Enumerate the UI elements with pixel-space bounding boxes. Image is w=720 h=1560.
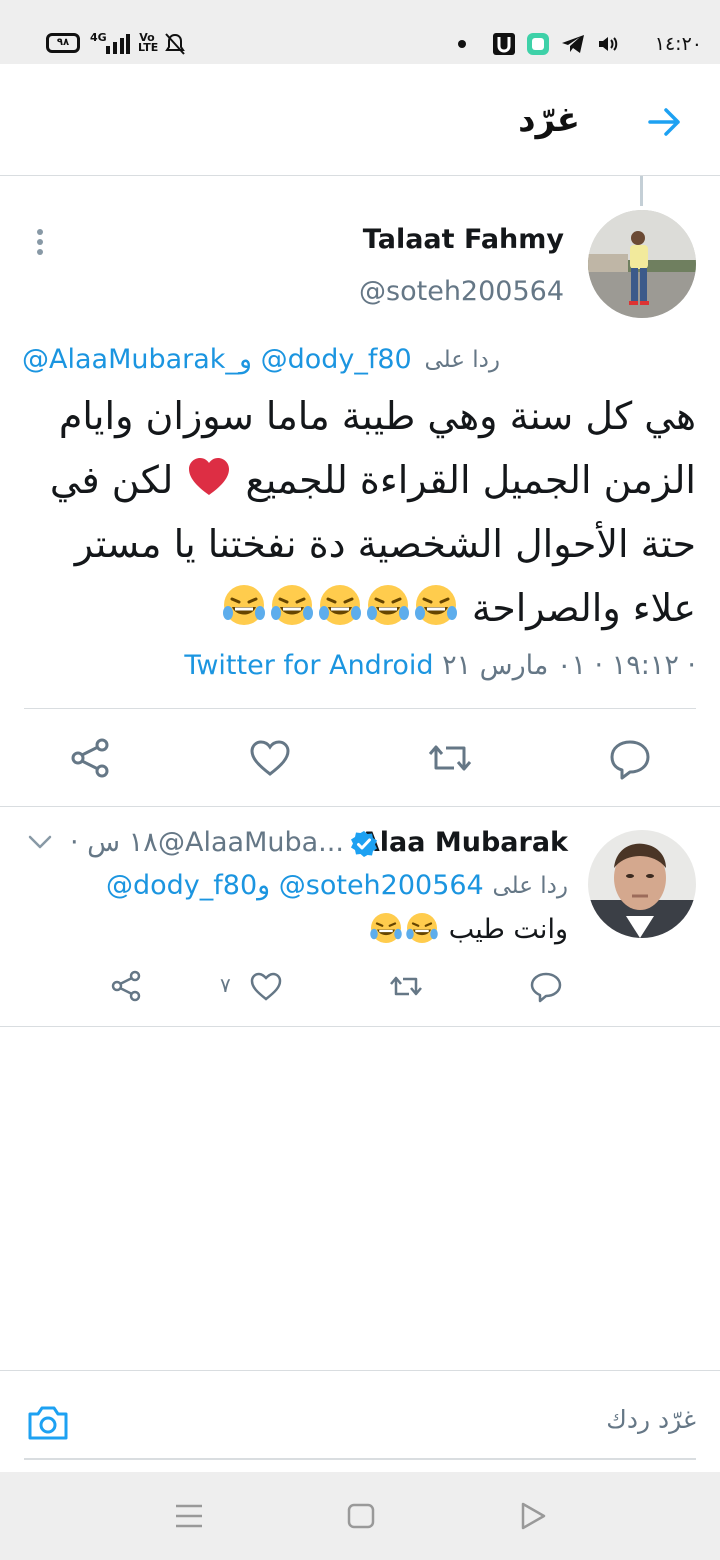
retweet-icon[interactable] <box>426 734 474 782</box>
menu-icon[interactable] <box>174 1500 204 1532</box>
laugh-emoji-icon <box>318 585 361 625</box>
tweet-text: هي كل سنة وهي طيبة ماما سوزان وايام الزم… <box>40 384 696 640</box>
divider <box>0 1026 720 1027</box>
reply-mentions-link[interactable]: @dody_f80و @soteh200564 <box>106 868 484 904</box>
volume-icon <box>599 37 618 51</box>
status-bar: ٩٨ 4G Vo LTE ١٤:٢٠ <box>0 0 720 64</box>
like-heart-icon[interactable] <box>248 968 284 1004</box>
reply-text: وانت طيب <box>448 914 568 945</box>
status-time: ١٤:٢٠ <box>654 33 702 55</box>
replying-to-label: ردا على <box>424 347 500 373</box>
volte-icon: Vo LTE <box>138 31 159 54</box>
back-arrow-icon[interactable] <box>644 102 684 142</box>
divider <box>0 806 720 807</box>
author-handle[interactable]: @soteh200564 <box>359 272 564 312</box>
home-square-icon[interactable] <box>346 1500 376 1532</box>
bell-muted-icon <box>165 33 185 55</box>
share-icon[interactable] <box>108 968 144 1004</box>
reply-input[interactable]: غرّد ردك <box>606 1400 696 1440</box>
like-heart-icon[interactable] <box>246 734 294 782</box>
reply-bubble-icon[interactable] <box>606 734 654 782</box>
joy-emoji-row <box>368 913 440 945</box>
author-name[interactable]: Alaa Mubarak <box>359 824 568 862</box>
joy-emoji-icon <box>406 913 438 943</box>
app-u-icon <box>493 33 515 55</box>
tweet-time: ١٨ س · <box>70 827 158 858</box>
chevron-down-icon[interactable] <box>26 830 54 854</box>
laugh-emoji-icon <box>414 585 457 625</box>
app-green-icon <box>527 33 549 55</box>
laugh-emoji-icon <box>366 585 409 625</box>
author-name[interactable]: Talaat Fahmy <box>363 220 564 260</box>
divider <box>0 1370 720 1371</box>
tweet-date: ١٩:١٢ · ٠١ مارس ٢١ · <box>442 650 696 681</box>
tweet-source-link[interactable]: Twitter for Android <box>184 650 433 681</box>
replying-to-label: ردا على <box>492 873 568 899</box>
avatar[interactable] <box>588 830 696 938</box>
reply-mentions-link[interactable]: @AlaaMubarak_‏ و@dody_f80 <box>22 342 412 378</box>
divider <box>24 708 696 709</box>
dot-icon <box>456 32 468 56</box>
retweet-icon[interactable] <box>388 968 424 1004</box>
joy-emoji-icon <box>370 913 402 943</box>
share-icon[interactable] <box>66 734 114 782</box>
telegram-icon <box>562 35 584 53</box>
laugh-emoji-icon <box>222 585 265 625</box>
laugh-emoji-row <box>220 585 460 630</box>
camera-icon[interactable] <box>26 1400 70 1444</box>
page-title: غرّد <box>518 100 580 140</box>
author-handle[interactable]: @AlaaMuba... <box>158 824 344 862</box>
thread-connector-line <box>640 176 643 206</box>
tweet-text: وانت طيب <box>368 910 568 950</box>
tweet-meta: Twitter for Android ١٩:١٢ · ٠١ مارس ٢١ · <box>184 646 696 686</box>
reply-bubble-icon[interactable] <box>528 968 564 1004</box>
avatar[interactable] <box>588 210 696 318</box>
app-header: غرّد <box>0 64 720 176</box>
like-count: ٧ <box>220 973 231 997</box>
laugh-emoji-icon <box>270 585 313 625</box>
verified-badge-icon <box>351 831 377 857</box>
battery-icon: ٩٨ <box>46 33 80 53</box>
back-triangle-icon[interactable] <box>518 1500 548 1532</box>
more-options-icon[interactable] <box>28 226 52 258</box>
signal-icon <box>106 34 130 54</box>
input-underline <box>24 1458 696 1460</box>
heart-emoji-icon <box>189 458 230 495</box>
